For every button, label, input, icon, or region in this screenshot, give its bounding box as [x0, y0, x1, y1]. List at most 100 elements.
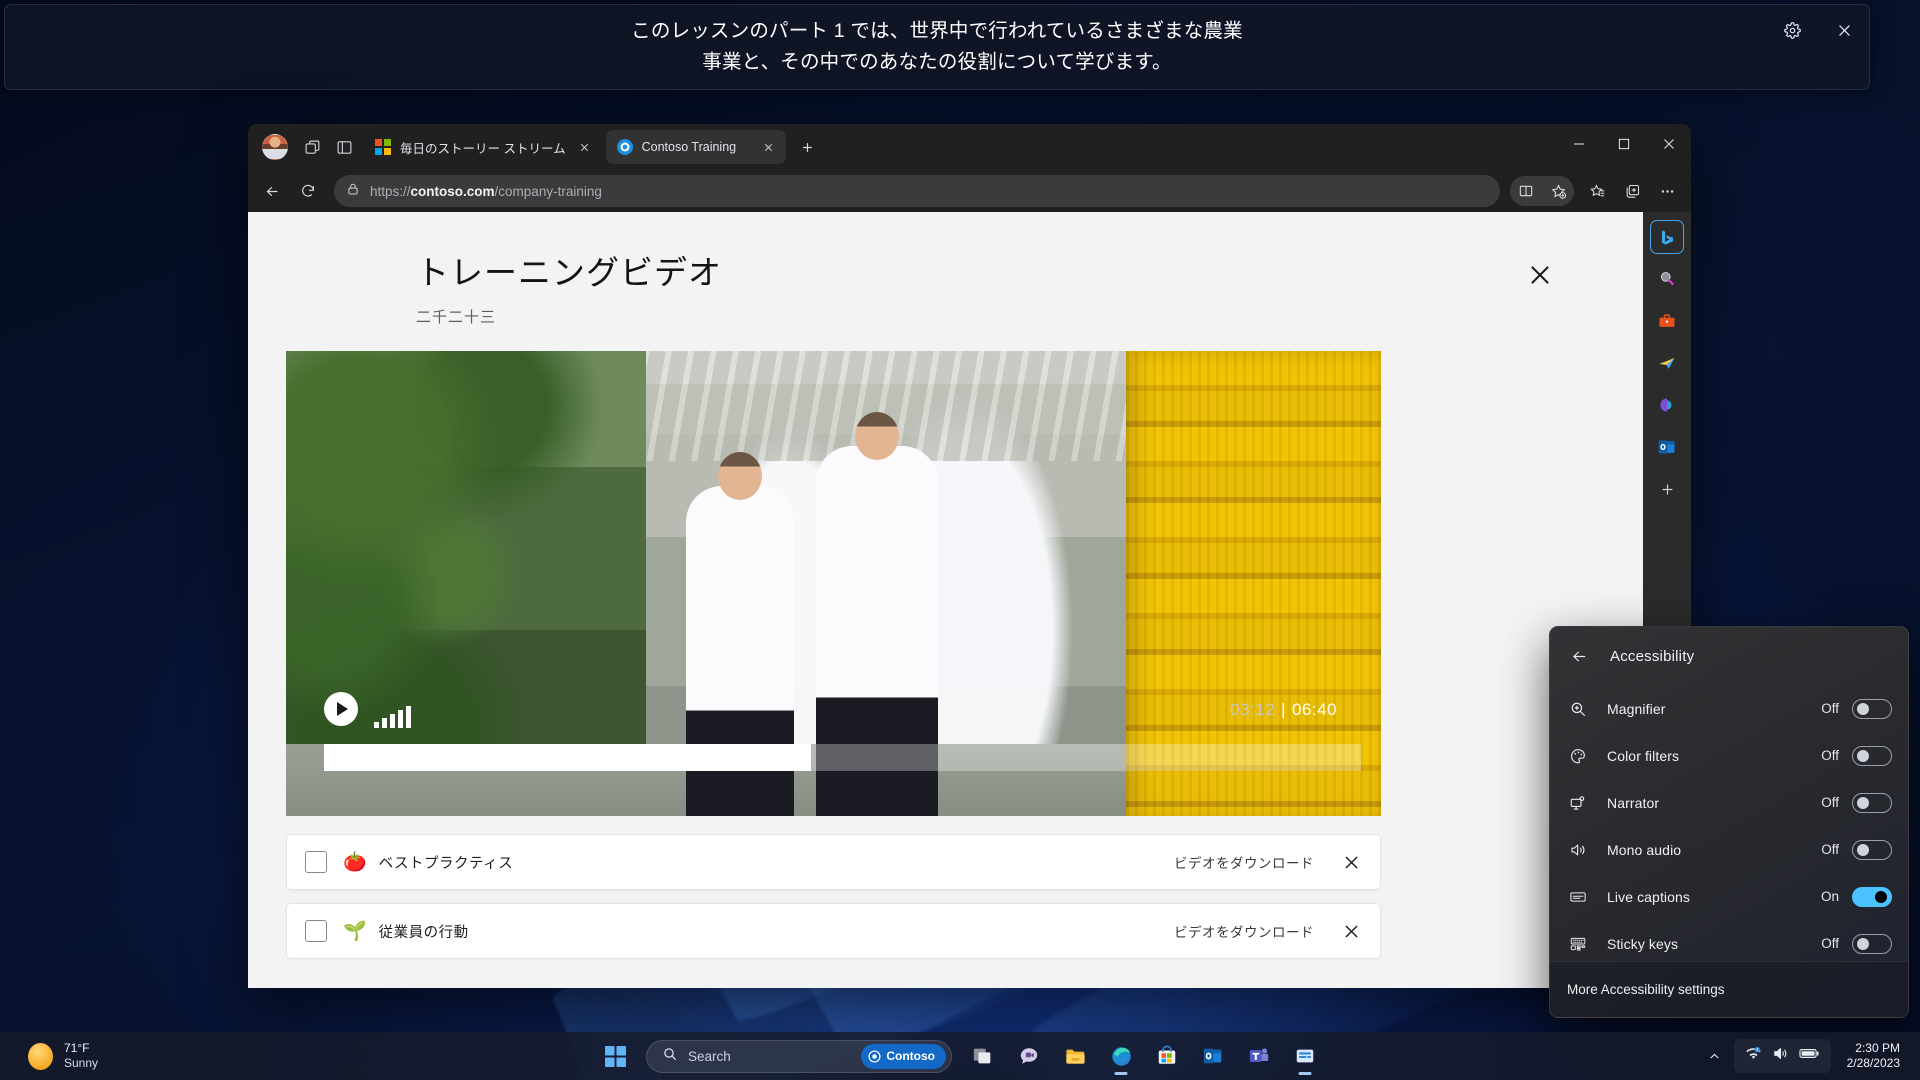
task-view-icon[interactable]: [962, 1035, 1004, 1077]
battery-icon[interactable]: [1799, 1045, 1820, 1067]
new-tab-button[interactable]: [793, 132, 823, 162]
tab-close-icon[interactable]: [759, 138, 778, 157]
accessibility-item-label: Color filters: [1607, 747, 1680, 764]
browser-tab[interactable]: Contoso Training: [605, 130, 786, 164]
send-icon[interactable]: [1650, 346, 1684, 380]
outlook-icon[interactable]: [1650, 430, 1684, 464]
file-explorer-icon[interactable]: [1054, 1035, 1096, 1077]
magnifier-icon: [1567, 698, 1589, 720]
network-wifi-icon[interactable]: [1745, 1045, 1762, 1067]
close-icon[interactable]: [1338, 918, 1364, 944]
gear-icon[interactable]: [1777, 15, 1807, 45]
edge-browser-window: 毎日のストーリー ストリーム Contoso Training https://…: [248, 124, 1691, 988]
sticky-keys-toggle[interactable]: [1852, 933, 1892, 954]
tray-icon-group[interactable]: [1733, 1039, 1831, 1073]
list-item-label: 従業員の行動: [378, 924, 469, 941]
accessibility-item-magnifier[interactable]: Magnifier Off: [1550, 685, 1908, 732]
page-subtitle: 二千二十三: [416, 309, 497, 326]
video-progress-fill: [324, 744, 812, 771]
add-icon[interactable]: [1650, 472, 1684, 506]
maximize-icon[interactable]: [1601, 124, 1646, 164]
chevron-up-icon[interactable]: [1700, 1039, 1730, 1073]
outlook-icon[interactable]: [1192, 1035, 1234, 1077]
browser-tab-strip: 毎日のストーリー ストリーム Contoso Training: [248, 124, 1691, 170]
split-screen-icon[interactable]: [1510, 176, 1542, 206]
list-item[interactable]: 🍅 ベストプラクティス ビデオをダウンロード: [286, 834, 1381, 890]
video-controls-overlay: 03:12 | 06:40: [286, 351, 1381, 816]
close-icon[interactable]: [1829, 15, 1859, 45]
tab-close-icon[interactable]: [575, 138, 594, 157]
weather-condition: Sunny: [64, 1056, 99, 1070]
add-favorite-icon[interactable]: [1542, 176, 1574, 206]
live-captions-toggle[interactable]: [1852, 886, 1892, 907]
accessibility-item-color-filters[interactable]: Color filters Off: [1550, 732, 1908, 779]
browser-address-bar: https://contoso.com/company-training: [248, 170, 1691, 212]
download-video-link[interactable]: ビデオをダウンロード: [1174, 921, 1314, 941]
close-icon[interactable]: [1523, 258, 1557, 292]
microsoft-tiles-icon: [375, 139, 391, 155]
settings-more-icon[interactable]: [1651, 176, 1683, 206]
accessibility-item-label: Mono audio: [1607, 841, 1682, 858]
video-progress-bar[interactable]: [324, 744, 1361, 771]
avatar[interactable]: [262, 134, 288, 160]
accessibility-panel-header: Accessibility: [1550, 627, 1908, 685]
accessibility-item-state: Off: [1821, 842, 1839, 857]
magnifier-toggle[interactable]: [1852, 698, 1892, 719]
teams-icon[interactable]: [1238, 1035, 1280, 1077]
color-filters-toggle[interactable]: [1852, 745, 1892, 766]
live-captions-actions: [1777, 15, 1859, 45]
search-icon[interactable]: [1650, 262, 1684, 296]
contoso-chip[interactable]: Contoso: [861, 1043, 946, 1069]
collections-icon[interactable]: [1616, 176, 1648, 206]
more-accessibility-settings-link[interactable]: More Accessibility settings: [1567, 982, 1725, 997]
accessibility-item-label: Live captions: [1607, 888, 1691, 905]
refresh-icon[interactable]: [291, 176, 324, 207]
close-icon[interactable]: [1646, 124, 1691, 164]
row-checkbox[interactable]: [305, 920, 327, 942]
address-input[interactable]: https://contoso.com/company-training: [334, 175, 1500, 207]
lock-icon: [346, 182, 360, 201]
minimize-icon[interactable]: [1556, 124, 1601, 164]
weather-widget[interactable]: 71°F Sunny: [18, 1037, 108, 1075]
bing-copilot-icon[interactable]: [1650, 220, 1684, 254]
accessibility-item-mono-audio[interactable]: Mono audio Off: [1550, 826, 1908, 873]
back-arrow-icon[interactable]: [256, 176, 289, 207]
favorites-icon[interactable]: [1581, 176, 1613, 206]
download-video-link[interactable]: ビデオをダウンロード: [1174, 852, 1314, 872]
list-item[interactable]: 🌱 従業員の行動 ビデオをダウンロード: [286, 903, 1381, 959]
tools-icon[interactable]: [1650, 304, 1684, 338]
color-filters-icon: [1567, 745, 1589, 767]
search-input[interactable]: Search Contoso: [646, 1039, 952, 1073]
chat-icon[interactable]: [1008, 1035, 1050, 1077]
office-icon[interactable]: [1650, 388, 1684, 422]
narrator-toggle[interactable]: [1852, 792, 1892, 813]
edge-icon[interactable]: [1100, 1035, 1142, 1077]
back-arrow-icon[interactable]: [1564, 641, 1594, 671]
settings-accessibility-icon[interactable]: [1284, 1035, 1326, 1077]
weather-text: 71°F Sunny: [64, 1041, 98, 1071]
close-icon[interactable]: [1338, 849, 1364, 875]
browser-tab[interactable]: 毎日のストーリー ストリーム: [364, 130, 602, 164]
split-screen-tabs-icon[interactable]: [328, 132, 360, 162]
live-captions-icon: [1567, 886, 1589, 908]
tab-actions-icon[interactable]: [296, 132, 328, 162]
row-checkbox[interactable]: [305, 851, 327, 873]
live-caption-text: このレッスンのパート 1 では、世界中で行われているさまざまな農業 事業と、その…: [631, 20, 1243, 73]
volume-bars-icon[interactable]: [374, 706, 411, 728]
taskbar-clock[interactable]: 2:30 PM 2/28/2023: [1835, 1037, 1908, 1075]
mono-audio-toggle[interactable]: [1852, 839, 1892, 860]
accessibility-item-live-captions[interactable]: Live captions On: [1550, 873, 1908, 920]
search-placeholder: Search: [688, 1048, 731, 1064]
accessibility-item-narrator[interactable]: Narrator Off: [1550, 779, 1908, 826]
microsoft-store-icon[interactable]: [1146, 1035, 1188, 1077]
mono-audio-icon: [1567, 839, 1589, 861]
clock-date: 2/28/2023: [1846, 1056, 1900, 1070]
video-player[interactable]: 03:12 | 06:40: [286, 351, 1381, 816]
accessibility-item-sticky-keys[interactable]: Sticky keys Off: [1550, 920, 1908, 967]
play-icon[interactable]: [324, 692, 358, 726]
windows-taskbar: 71°F Sunny Search Contoso 2:30 PM 2/28/2…: [0, 1032, 1920, 1080]
volume-icon[interactable]: [1772, 1045, 1789, 1067]
windows-start-icon[interactable]: [594, 1035, 636, 1077]
sticky-keys-icon: [1567, 933, 1589, 955]
accessibility-quick-settings-panel: Accessibility Magnifier Off Color filter…: [1549, 626, 1909, 1018]
